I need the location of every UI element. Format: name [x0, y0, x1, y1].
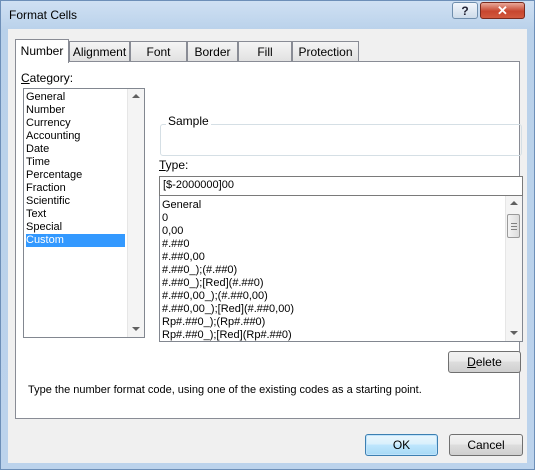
type-format-item[interactable]: 0,00: [162, 225, 183, 238]
type-scroll-down-arrow-icon[interactable]: [510, 331, 518, 335]
tab-border[interactable]: Border: [187, 41, 238, 62]
format-cells-dialog: Format Cells ? ✕ Number Alignment Font B…: [0, 0, 535, 470]
category-item[interactable]: Scientific: [26, 195, 125, 208]
category-scrollbar[interactable]: [127, 89, 144, 337]
type-format-item[interactable]: #.##0_);(#.##0): [162, 264, 237, 277]
type-format-item[interactable]: #.##0: [162, 238, 190, 251]
category-item[interactable]: Accounting: [26, 130, 125, 143]
grip-line: [511, 226, 517, 227]
number-tab-panel: Category: General Number Currency Accountin…: [15, 61, 523, 419]
delete-button[interactable]: Delete: [448, 351, 521, 373]
category-item[interactable]: Time: [26, 156, 125, 169]
ok-button[interactable]: OK: [365, 434, 438, 456]
type-format-item[interactable]: General: [162, 199, 201, 212]
category-label-rest: ategory:: [29, 71, 74, 85]
category-listbox[interactable]: General Number Currency Accounting Date Time P…: [23, 88, 145, 338]
category-item[interactable]: Percentage: [26, 169, 125, 182]
delete-label-rest: elete: [475, 355, 502, 369]
tab-fill[interactable]: Fill: [238, 41, 292, 62]
category-item[interactable]: Currency: [26, 117, 125, 130]
type-scroll-thumb[interactable]: [507, 214, 520, 238]
type-label-rest: ype:: [165, 158, 189, 172]
type-format-item[interactable]: 0: [162, 212, 168, 225]
type-scrollbar[interactable]: [505, 196, 522, 341]
category-item[interactable]: Special: [26, 221, 125, 234]
type-scroll-up-arrow-icon[interactable]: [510, 201, 518, 205]
category-item[interactable]: Fraction: [26, 182, 125, 195]
type-input[interactable]: [$-2000000]00: [159, 176, 523, 196]
type-label-accel: T: [159, 158, 166, 172]
dialog-body: Number Alignment Font Border Fill Protec…: [8, 29, 527, 463]
category-item[interactable]: General: [26, 91, 125, 104]
type-format-item[interactable]: Rp#.##0_);(Rp#.##0): [162, 316, 265, 329]
category-label-accel: C: [21, 71, 30, 85]
type-format-item[interactable]: #.##0,00: [162, 251, 205, 264]
type-listbox[interactable]: General 0 0,00 #.##0 #.##0,00 #.##0_);(#.##0)…: [159, 196, 523, 342]
title-bar[interactable]: Format Cells ? ✕: [1, 1, 534, 29]
close-button[interactable]: ✕: [480, 2, 525, 19]
help-button[interactable]: ?: [452, 2, 478, 19]
scroll-up-arrow-icon[interactable]: [132, 94, 140, 98]
grip-line: [511, 223, 517, 224]
category-item[interactable]: Text: [26, 208, 125, 221]
type-format-item[interactable]: Rp#.##0_);[Red](Rp#.##0): [162, 329, 292, 341]
description-text: Type the number format code, using one o…: [28, 384, 422, 396]
delete-accel: D: [467, 355, 476, 369]
type-label: Type:: [159, 158, 188, 172]
sample-frame: [160, 124, 522, 156]
category-item[interactable]: Date: [26, 143, 125, 156]
cancel-button[interactable]: Cancel: [449, 434, 523, 456]
category-label: Category:: [21, 71, 73, 85]
tab-number[interactable]: Number: [15, 39, 69, 63]
dialog-title: Format Cells: [9, 8, 78, 22]
category-item[interactable]: Number: [26, 104, 125, 117]
grip-line: [511, 229, 517, 230]
type-format-item[interactable]: #.##0,00_);(#.##0,00): [162, 290, 268, 303]
category-item[interactable]: Custom: [26, 234, 125, 247]
tab-font[interactable]: Font: [130, 41, 187, 62]
scroll-down-arrow-icon[interactable]: [132, 327, 140, 331]
tab-protection[interactable]: Protection: [292, 41, 359, 62]
tab-alignment[interactable]: Alignment: [69, 41, 130, 62]
type-format-item[interactable]: #.##0,00_);[Red](#.##0,00): [162, 303, 294, 316]
sample-label: Sample: [166, 114, 211, 128]
type-format-item[interactable]: #.##0_);[Red](#.##0): [162, 277, 264, 290]
